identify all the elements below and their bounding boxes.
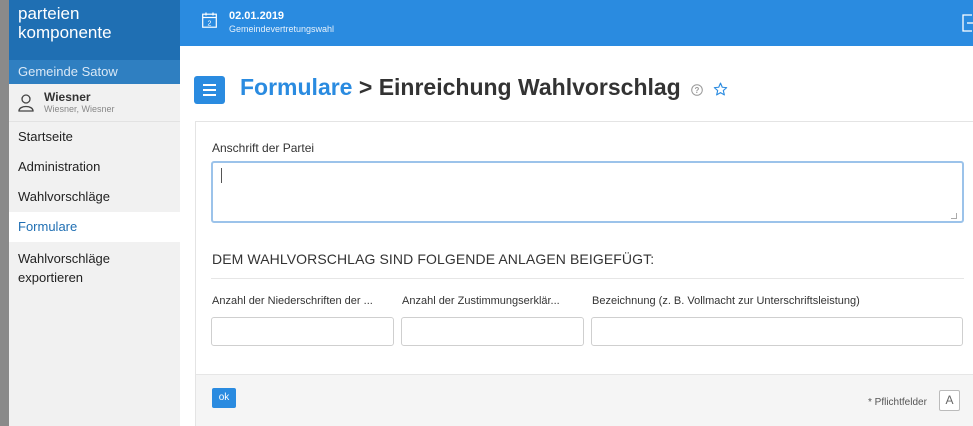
- bezeichnung-input[interactable]: [591, 317, 963, 346]
- user-name: Wiesner: [44, 89, 91, 104]
- form-panel: Anschrift der Partei DEM WAHLVORSCHLAG S…: [195, 121, 973, 426]
- window-edge: [0, 0, 9, 426]
- breadcrumb-separator: >: [352, 74, 379, 100]
- user-fullname: Wiesner, Wiesner: [44, 103, 115, 114]
- ok-button[interactable]: ok: [212, 388, 236, 408]
- divider: [211, 278, 964, 279]
- page-title: Formulare > Einreichung Wahlvorschlag ?: [240, 74, 728, 101]
- font-size-button[interactable]: A: [939, 390, 960, 411]
- svg-text:?: ?: [695, 86, 700, 95]
- form-footer: ok * Pflichtfelder A: [196, 374, 973, 426]
- user-icon: [18, 93, 34, 112]
- logout-icon[interactable]: [961, 14, 973, 32]
- calendar-day: 2: [208, 21, 212, 28]
- sidebar-item-formulare[interactable]: Formulare: [9, 212, 180, 242]
- sidebar-item-wahlvorschlaege-exportieren[interactable]: Wahlvorschläge exportieren: [9, 242, 180, 288]
- breadcrumb-formulare[interactable]: Formulare: [240, 74, 352, 100]
- address-label: Anschrift der Partei: [212, 141, 315, 155]
- zustimmungserklaerungen-label: Anzahl der Zustimmungserklär...: [402, 295, 560, 307]
- niederschriften-input[interactable]: [211, 317, 394, 346]
- organization-name: Gemeinde Satow: [9, 60, 180, 84]
- sidebar-item-startseite[interactable]: Startseite: [9, 122, 180, 152]
- calendar-icon[interactable]: 2: [202, 12, 217, 28]
- user-profile[interactable]: Wiesner Wiesner, Wiesner: [9, 84, 180, 122]
- page-title-text: Einreichung Wahlvorschlag: [378, 74, 681, 100]
- resize-handle[interactable]: [951, 213, 957, 219]
- star-icon[interactable]: [713, 82, 728, 97]
- text-cursor: [221, 168, 222, 183]
- brand-line-2: komponente: [18, 23, 112, 42]
- sidebar-item-administration[interactable]: Administration: [9, 152, 180, 182]
- zustimmungserklaerungen-input[interactable]: [401, 317, 584, 346]
- sidebar: parteien komponente Gemeinde Satow Wiesn…: [9, 0, 180, 426]
- sidebar-item-wahlvorschlaege[interactable]: Wahlvorschläge: [9, 182, 180, 212]
- menu-toggle-button[interactable]: [194, 76, 225, 104]
- election-date: 02.01.2019: [229, 10, 285, 22]
- niederschriften-label: Anzahl der Niederschriften der ...: [212, 295, 373, 307]
- election-type: Gemeindevertretungswahl: [229, 24, 335, 34]
- attachments-heading: DEM WAHLVORSCHLAG SIND FOLGENDE ANLAGEN …: [212, 251, 655, 267]
- address-textarea[interactable]: [211, 161, 964, 223]
- required-fields-note: * Pflichtfelder: [868, 397, 927, 408]
- brand-line-1: parteien: [18, 4, 80, 23]
- help-icon[interactable]: ?: [691, 84, 703, 96]
- top-bar: 2 02.01.2019 Gemeindevertretungswahl: [180, 0, 973, 46]
- bezeichnung-label: Bezeichnung (z. B. Vollmacht zur Untersc…: [592, 295, 860, 307]
- app-brand[interactable]: parteien komponente: [9, 0, 180, 60]
